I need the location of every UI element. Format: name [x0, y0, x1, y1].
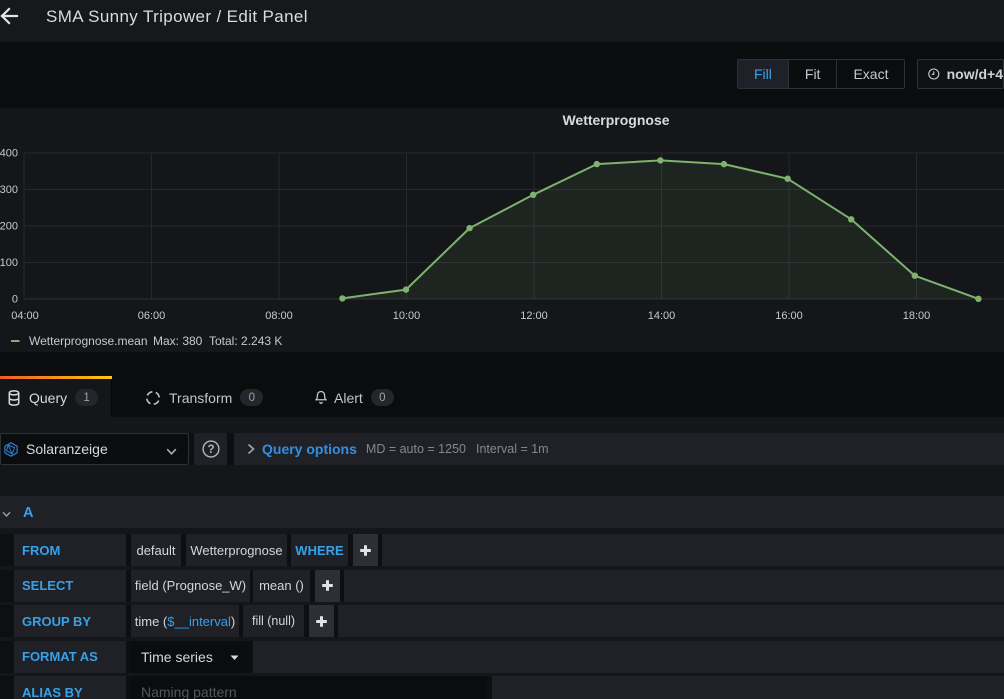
svg-text:Total: 2.243 K: Total: 2.243 K — [209, 334, 282, 348]
svg-text:08:00: 08:00 — [265, 310, 293, 322]
svg-text:10:00: 10:00 — [393, 310, 421, 322]
svg-text:?: ? — [207, 444, 214, 456]
svg-text:16:00: 16:00 — [775, 310, 803, 322]
svg-text:0: 0 — [12, 294, 18, 306]
svg-text:04:00: 04:00 — [11, 310, 39, 322]
svg-text:Max: 380: Max: 380 — [153, 334, 203, 348]
svg-text:18:00: 18:00 — [903, 310, 931, 322]
svg-text:Wetterprognose: Wetterprognose — [562, 112, 669, 128]
svg-text:300: 300 — [0, 184, 18, 196]
svg-text:14:00: 14:00 — [648, 310, 676, 322]
svg-text:Wetterprognose.mean: Wetterprognose.mean — [29, 334, 148, 348]
svg-text:06:00: 06:00 — [138, 310, 166, 322]
svg-text:400: 400 — [0, 148, 18, 160]
svg-text:12:00: 12:00 — [520, 310, 548, 322]
svg-text:100: 100 — [0, 257, 18, 269]
svg-text:200: 200 — [0, 221, 18, 233]
